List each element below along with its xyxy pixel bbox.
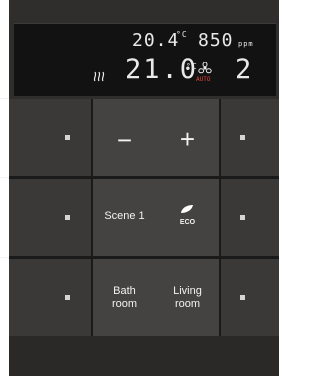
living-room-label-line2: room: [174, 298, 201, 310]
right-button-3[interactable]: [221, 259, 279, 336]
actual-temperature: 20.4: [132, 30, 180, 51]
fan-auto-label: AUTO: [196, 76, 211, 83]
scene-1-button[interactable]: Scene 1: [93, 178, 156, 257]
indicator-dot: [240, 135, 245, 140]
grid-gap: [91, 99, 93, 336]
eco-label: ECO: [179, 219, 196, 226]
living-room-button[interactable]: Living room: [156, 257, 219, 336]
right-button-2[interactable]: [221, 179, 279, 256]
bathroom-label-line2: room: [111, 298, 138, 310]
bottom-frame: [9, 336, 279, 376]
co2-unit: ppm: [238, 40, 254, 48]
indicator-dot: [65, 135, 70, 140]
grid-gap: [9, 176, 279, 179]
actual-temperature-unit: °C: [176, 30, 188, 39]
plus-label: +: [179, 124, 196, 154]
plus-button[interactable]: +: [156, 99, 219, 178]
left-button-3[interactable]: [9, 259, 91, 336]
right-button-1[interactable]: [221, 99, 279, 176]
indicator-dot: [65, 215, 70, 220]
heating-icon: [93, 71, 105, 82]
scene-1-label: Scene 1: [104, 210, 145, 222]
grid-gap: [9, 256, 279, 259]
indicator-dot: [65, 295, 70, 300]
indicator-dot: [240, 215, 245, 220]
fan-level: 2: [235, 54, 253, 85]
indicator-dot: [240, 295, 245, 300]
control-panel: 20.4 °C 850 ppm 21.0 °C AUTO 2 − + Scene…: [9, 0, 279, 376]
living-room-label-line1: Living: [173, 285, 202, 297]
eco-leaf-icon: [181, 205, 193, 213]
lcd-display: 20.4 °C 850 ppm 21.0 °C AUTO 2: [14, 23, 276, 96]
left-button-2[interactable]: [9, 179, 91, 256]
center-block: − + Scene 1 ECO Bath room Living room: [93, 99, 219, 336]
minus-label: −: [116, 125, 133, 155]
fan-icon: [198, 62, 212, 74]
minus-button[interactable]: −: [93, 99, 156, 178]
grid-gap: [219, 99, 221, 336]
bathroom-button[interactable]: Bath room: [93, 257, 156, 336]
setpoint-temperature-unit: °C: [186, 62, 198, 71]
co2-value: 850: [198, 30, 234, 51]
eco-button[interactable]: ECO: [156, 178, 219, 257]
left-button-1[interactable]: [9, 99, 91, 176]
bathroom-label-line1: Bath: [113, 285, 136, 297]
